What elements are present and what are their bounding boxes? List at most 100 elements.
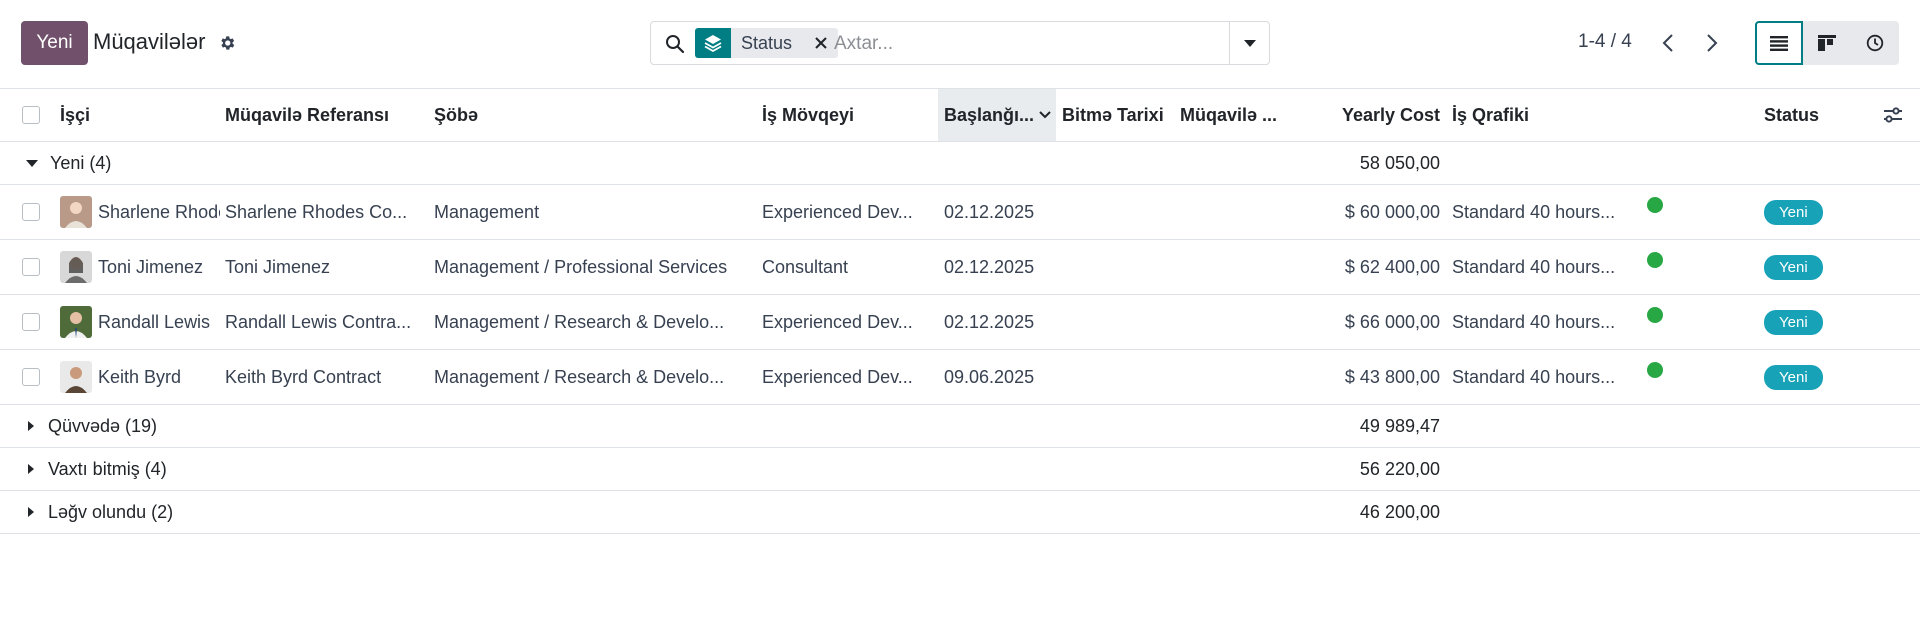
sort-chevron-down-icon: [1039, 111, 1051, 119]
avatar: [60, 251, 92, 283]
search-bar: Status: [650, 21, 1270, 65]
row-checkbox[interactable]: [22, 203, 40, 221]
column-header-reference[interactable]: Müqavilə Referansı: [225, 89, 425, 141]
gear-icon[interactable]: [218, 34, 236, 52]
avatar: [60, 361, 92, 393]
employee-name: Toni Jimenez: [98, 256, 204, 277]
list-header: İşçi Müqavilə Referansı Şöbə İş Mövqeyi …: [0, 88, 1920, 142]
group-label: Qüvvədə (19): [48, 415, 158, 436]
status-badge: Yeni: [1764, 254, 1823, 280]
working-schedule: Standard 40 hours...: [1452, 366, 1616, 387]
group-row[interactable]: Qüvvədə (19) 49 989,47: [0, 405, 1920, 448]
contract-reference: Sharlene Rhodes Co...: [225, 201, 408, 222]
contract-reference: Randall Lewis Contra...: [225, 311, 412, 332]
department: Management / Research & Develo...: [434, 311, 725, 332]
chevron-left-icon: [1662, 34, 1673, 52]
caret-down-icon: [1243, 39, 1256, 47]
working-schedule: Standard 40 hours...: [1452, 201, 1616, 222]
yearly-cost: $ 43 800,00: [1344, 366, 1440, 387]
status-badge: Yeni: [1764, 199, 1823, 225]
group-total: 56 220,00: [1359, 458, 1440, 479]
department: Management: [434, 201, 540, 222]
facet-value: Status: [731, 28, 805, 58]
group-row[interactable]: Vaxtı bitmiş (4) 56 220,00: [0, 448, 1920, 491]
employee-name: Randall Lewis: [98, 311, 211, 332]
search-icon[interactable]: [665, 34, 685, 54]
job-position: Consultant: [762, 256, 849, 277]
caret-right-icon: [28, 421, 34, 431]
view-switcher: [1755, 21, 1899, 65]
status-indicator[interactable]: [1647, 197, 1663, 213]
list-view-button[interactable]: [1755, 21, 1803, 65]
status-indicator[interactable]: [1647, 252, 1663, 268]
group-label: Vaxtı bitmiş (4): [48, 458, 167, 479]
group-total: 49 989,47: [1359, 415, 1440, 436]
chevron-right-icon: [1707, 34, 1718, 52]
control-panel: Yeni Müqavilələr Status Axtar... 1-4 / 4: [0, 0, 1920, 88]
caret-down-icon: [26, 159, 38, 167]
search-input[interactable]: [834, 30, 1214, 58]
search-options-toggle[interactable]: [1229, 22, 1269, 64]
pager-previous-button[interactable]: [1654, 28, 1682, 58]
select-all-checkbox[interactable]: [22, 106, 40, 124]
working-schedule: Standard 40 hours...: [1452, 311, 1616, 332]
kanban-view-button[interactable]: [1803, 21, 1851, 65]
status-badge: Yeni: [1764, 309, 1823, 335]
pager-value[interactable]: 1-4 / 4: [1578, 31, 1632, 53]
search-facet: Status: [695, 28, 839, 58]
avatar: [60, 306, 92, 338]
status-indicator[interactable]: [1647, 307, 1663, 323]
job-position: Experienced Dev...: [762, 311, 913, 332]
row-checkbox[interactable]: [22, 313, 40, 331]
caret-right-icon: [28, 507, 34, 517]
table-row[interactable]: Sharlene Rhodes Sharlene Rhodes Co... Ma…: [0, 185, 1920, 240]
group-total: 46 200,00: [1359, 501, 1440, 522]
column-header-job[interactable]: İş Mövqeyi: [762, 89, 932, 141]
yearly-cost: $ 62 400,00: [1344, 256, 1440, 277]
optional-columns-toggle[interactable]: [1882, 89, 1912, 141]
group-label: Ləğv olundu (2): [48, 501, 174, 522]
row-checkbox[interactable]: [22, 258, 40, 276]
column-header-department[interactable]: Şöbə: [434, 89, 754, 141]
column-header-end-date[interactable]: Bitmə Tarixi: [1062, 89, 1174, 141]
employee-name: Sharlene Rhodes: [98, 201, 220, 222]
activity-view-button[interactable]: [1851, 21, 1899, 65]
contract-reference: Toni Jimenez: [225, 256, 331, 277]
table-row[interactable]: Randall Lewis Randall Lewis Contra... Ma…: [0, 295, 1920, 350]
column-header-status[interactable]: Status: [1764, 89, 1874, 141]
job-position: Experienced Dev...: [762, 201, 913, 222]
page-title: Müqavilələr: [93, 29, 206, 54]
column-header-schedule[interactable]: İş Qrafiki: [1452, 89, 1652, 141]
table-row[interactable]: Keith Byrd Keith Byrd Contract Managemen…: [0, 350, 1920, 405]
status-indicator[interactable]: [1647, 362, 1663, 378]
job-position: Experienced Dev...: [762, 366, 913, 387]
caret-right-icon: [28, 464, 34, 474]
start-date: 02.12.2025: [944, 256, 1035, 277]
column-header-employee[interactable]: İşçi: [60, 89, 220, 141]
department: Management / Professional Services: [434, 256, 728, 277]
group-total: 58 050,00: [1359, 152, 1440, 173]
close-icon[interactable]: [804, 28, 839, 58]
column-header-contract-type[interactable]: Müqavilə ...: [1180, 89, 1288, 141]
group-row[interactable]: Ləğv olundu (2) 46 200,00: [0, 491, 1920, 534]
sliders-icon: [1884, 107, 1902, 123]
column-header-start-date[interactable]: Başlanğı...: [938, 89, 1056, 141]
column-header-yearly-cost[interactable]: Yearly Cost: [1290, 89, 1440, 141]
group-row[interactable]: Yeni (4) 58 050,00: [0, 142, 1920, 185]
yearly-cost: $ 60 000,00: [1344, 201, 1440, 222]
contract-reference: Keith Byrd Contract: [225, 366, 382, 387]
department: Management / Research & Develo...: [434, 366, 725, 387]
start-date: 09.06.2025: [944, 366, 1035, 387]
avatar: [60, 196, 92, 228]
start-date: 02.12.2025: [944, 311, 1035, 332]
list-icon: [1770, 36, 1788, 51]
column-header-start-date-label: Başlanğı...: [944, 104, 1035, 125]
table-row[interactable]: Toni Jimenez Toni Jimenez Management / P…: [0, 240, 1920, 295]
row-checkbox[interactable]: [22, 368, 40, 386]
start-date: 02.12.2025: [944, 201, 1035, 222]
clock-icon: [1866, 34, 1884, 52]
pager-next-button[interactable]: [1698, 28, 1726, 58]
employee-name: Keith Byrd: [98, 366, 182, 387]
kanban-icon: [1818, 35, 1836, 51]
new-button[interactable]: Yeni: [21, 21, 88, 65]
